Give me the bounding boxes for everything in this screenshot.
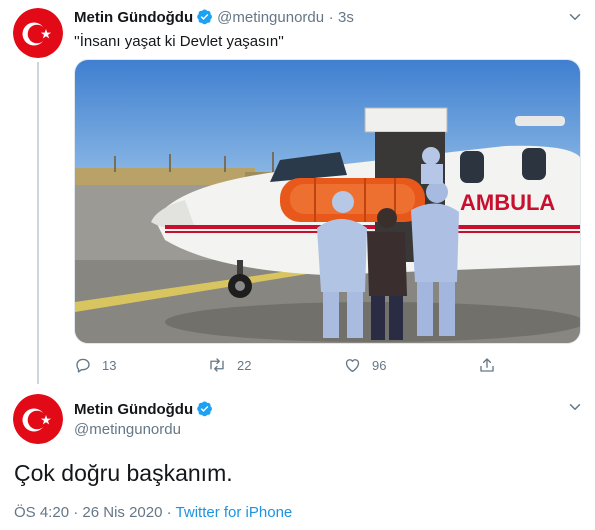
verified-badge-icon xyxy=(197,401,213,417)
retweet-icon xyxy=(210,358,224,372)
thread-connector-line xyxy=(37,62,39,384)
author-handle[interactable]: @metingunordu xyxy=(74,421,181,438)
author-name-row: Metin Gündoğdu xyxy=(74,400,217,419)
photo-caption: AMBULA xyxy=(460,190,555,215)
like-button[interactable]: 96 xyxy=(343,356,386,374)
separator-dot: · xyxy=(73,504,79,521)
author-avatar[interactable] xyxy=(13,8,63,58)
retweet-button[interactable]: 22 xyxy=(207,356,251,374)
separator-dot: · xyxy=(166,504,172,521)
reply-count: 13 xyxy=(102,357,117,373)
reply-icon xyxy=(76,358,90,373)
tweet-text: ''İnsanı yaşat ki Devlet yaşasın'' xyxy=(74,33,284,50)
author-name[interactable]: Metin Gündoğdu xyxy=(74,9,193,26)
tweet-meta: ÖS 4:20 · 26 Nis 2020 · Twitter for iPho… xyxy=(14,504,292,521)
ambulance-plane-image: AMBULA xyxy=(75,60,580,343)
tweet-source-link[interactable]: Twitter for iPhone xyxy=(176,504,293,521)
chevron-down-icon[interactable] xyxy=(566,398,584,416)
share-icon xyxy=(480,358,494,372)
tweet-header: Metin Gündoğdu @metingunordu · 3s xyxy=(74,8,354,27)
reply-button[interactable]: 13 xyxy=(74,356,116,374)
author-name[interactable]: Metin Gündoğdu xyxy=(74,401,193,418)
separator-dot: · xyxy=(328,9,334,26)
tweet-time[interactable]: 3s xyxy=(338,9,354,26)
turkish-flag-avatar xyxy=(13,394,63,444)
verified-badge-icon xyxy=(197,9,213,25)
tweet-actions: 13 22 96 xyxy=(74,356,514,376)
tweet-photo[interactable]: AMBULA xyxy=(74,59,581,344)
tweet-date[interactable]: 26 Nis 2020 xyxy=(82,504,162,521)
retweet-count: 22 xyxy=(237,357,252,373)
tweet-time[interactable]: ÖS 4:20 xyxy=(14,504,69,521)
turkish-flag-avatar xyxy=(13,8,63,58)
share-button[interactable] xyxy=(478,356,496,374)
tweet-text: Çok doğru başkanım. xyxy=(14,460,233,486)
like-icon xyxy=(345,359,360,373)
chevron-down-icon[interactable] xyxy=(566,8,584,26)
like-count: 96 xyxy=(372,357,387,373)
author-handle[interactable]: @metingunordu xyxy=(217,9,324,26)
author-avatar[interactable] xyxy=(13,394,63,444)
